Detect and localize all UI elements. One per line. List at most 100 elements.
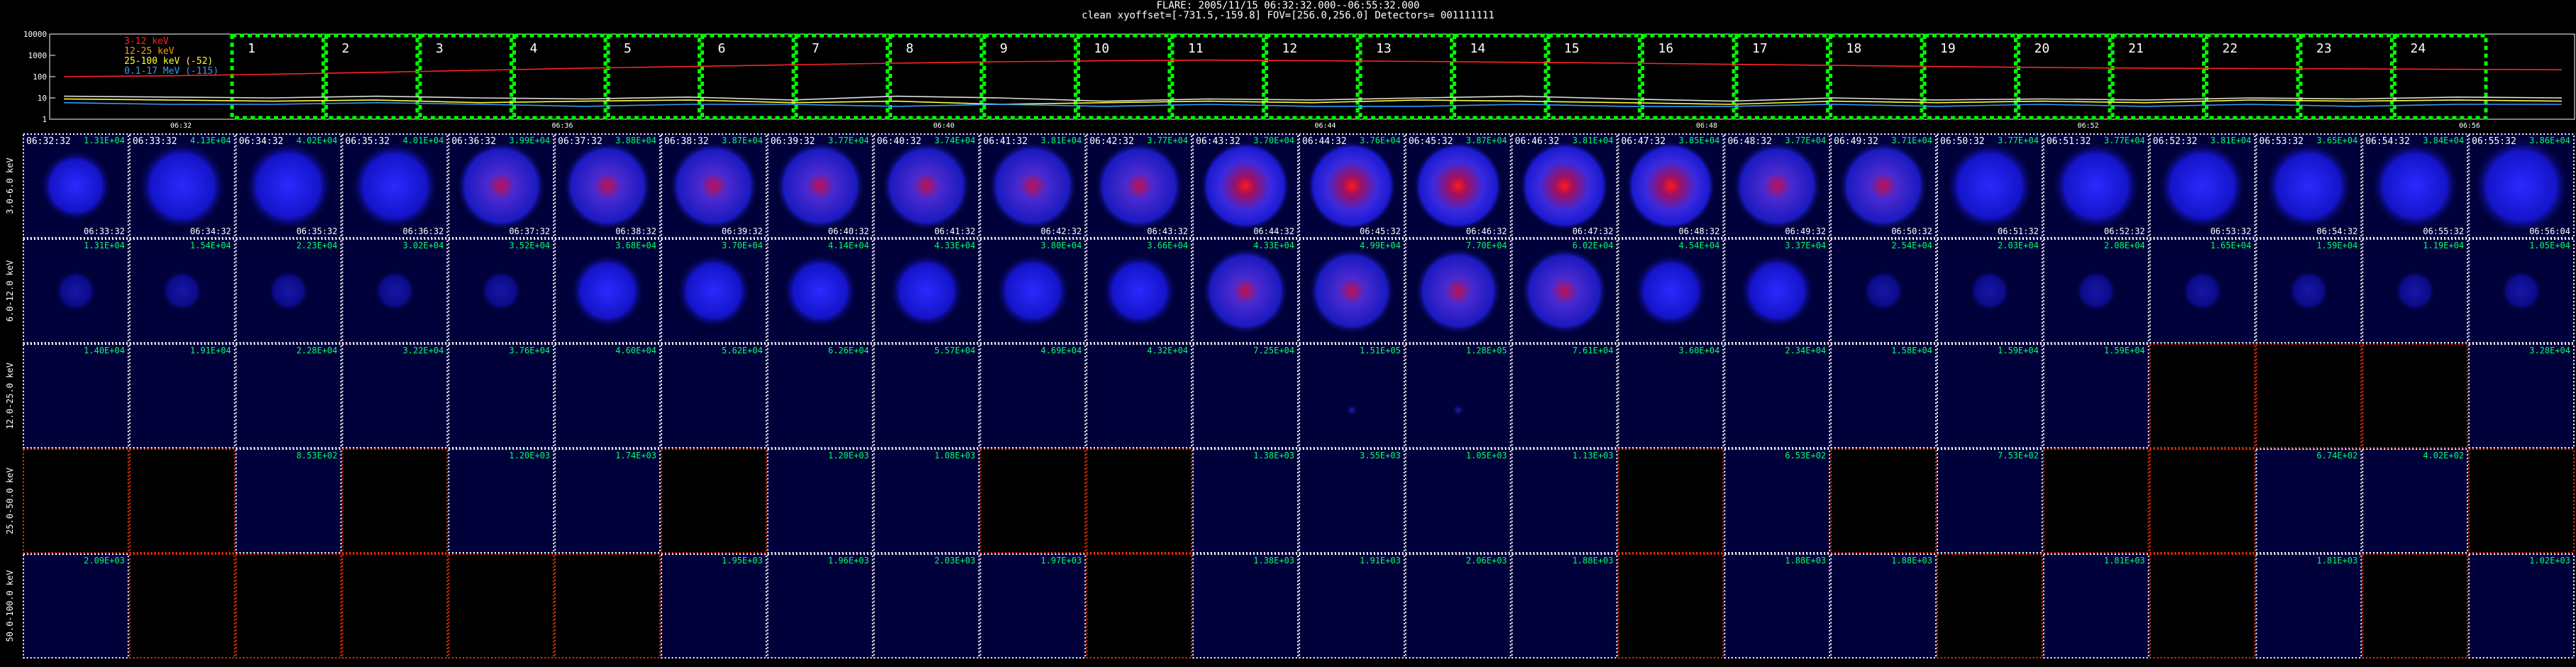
peak-value: 3.81E+04 — [1573, 136, 1614, 145]
energy-band-label: 3.0-6.0 keV — [5, 158, 15, 214]
image-cell — [2255, 448, 2362, 553]
image-cell — [873, 553, 980, 658]
peak-value: 1.38E+03 — [1253, 451, 1294, 461]
image-cell — [1086, 553, 1193, 658]
peak-value: 3.81E+04 — [2211, 136, 2252, 145]
y-tick-label: 10000 — [23, 30, 47, 39]
peak-value: 6.02E+04 — [1573, 241, 1614, 250]
image-cell — [341, 553, 448, 658]
interval-box — [700, 33, 796, 120]
peak-value: 1.97E+03 — [1041, 556, 1082, 566]
end-time: 06:51:32 — [1998, 226, 2039, 236]
start-time: 06:32:32 — [26, 136, 71, 147]
legend-entry: 0.1-17 MeV (-115) — [124, 66, 219, 77]
image-cell — [2362, 343, 2469, 448]
peak-value: 3.77E+04 — [828, 136, 869, 145]
legend-entry: 3-12 keV — [124, 36, 169, 47]
peak-value: 4.99E+04 — [1360, 241, 1401, 250]
interval-label: 3 — [436, 41, 444, 56]
start-time: 06:45:32 — [1409, 136, 1453, 147]
image-cell — [2042, 553, 2150, 658]
source-blob — [888, 253, 965, 329]
start-time: 06:34:32 — [239, 136, 284, 147]
source-blob — [1412, 140, 1504, 231]
energy-band-label: 50.0-100.0 keV — [5, 570, 15, 641]
rhessi-figure: FLARE: 2005/11/15 06:32:32.000--06:55:32… — [0, 0, 2576, 667]
source-blob — [2369, 140, 2461, 231]
interval-label: 9 — [1000, 41, 1008, 56]
peak-value: 1.65E+04 — [2211, 241, 2252, 250]
image-cell — [1192, 448, 1299, 553]
image-cell — [1086, 448, 1193, 553]
image-cell — [1937, 343, 2043, 448]
source-blob — [1968, 270, 2011, 312]
peak-value: 3.81E+04 — [1041, 136, 1082, 145]
image-cell — [128, 448, 236, 553]
end-time: 06:52:32 — [2104, 226, 2145, 236]
image-cell — [554, 448, 661, 553]
end-time: 06:37:32 — [509, 226, 550, 236]
x-tick-label: 06:32 — [170, 122, 192, 128]
peak-value: 6.74E+02 — [2317, 451, 2358, 461]
image-cell — [979, 553, 1086, 658]
x-tick-label: 06:40 — [933, 122, 954, 128]
peak-value: 4.13E+04 — [190, 136, 231, 145]
image-cell — [1299, 448, 1405, 553]
peak-value: 1.91E+04 — [190, 346, 231, 355]
end-time: 06:42:32 — [1041, 226, 1082, 236]
end-time: 06:40:32 — [828, 226, 869, 236]
x-tick-label: 06:52 — [2077, 122, 2098, 128]
peak-value: 1.59E+04 — [2104, 346, 2145, 355]
image-cell — [23, 343, 129, 448]
interval-label: 17 — [1752, 41, 1768, 56]
source-blob — [1732, 140, 1823, 231]
end-time: 06:34:32 — [190, 226, 231, 236]
peak-value: 1.19E+04 — [2423, 241, 2464, 250]
source-blob — [668, 140, 759, 231]
peak-value: 3.76E+04 — [1360, 136, 1401, 145]
source-blob — [54, 270, 97, 312]
image-cell — [2362, 553, 2469, 658]
source-blob — [1520, 247, 1609, 335]
start-time: 06:47:32 — [1622, 136, 1666, 147]
peak-value: 1.74E+03 — [615, 451, 656, 461]
peak-value: 4.32E+04 — [1147, 346, 1188, 355]
image-cell — [766, 448, 874, 553]
image-cell — [1937, 553, 2043, 658]
peak-value: 1.88E+03 — [1785, 556, 1826, 566]
image-cell — [873, 343, 980, 448]
interval-box — [324, 33, 419, 120]
peak-value: 1.91E+03 — [1360, 556, 1401, 566]
peak-value: 3.02E+04 — [403, 241, 444, 250]
source-blob — [2181, 270, 2224, 312]
x-tick-label: 06:48 — [1696, 122, 1717, 128]
peak-value: 3.28E+04 — [2529, 346, 2570, 355]
image-cell — [2468, 343, 2575, 448]
start-time: 06:37:32 — [558, 136, 602, 147]
end-time: 06:50:32 — [1891, 226, 1932, 236]
start-time: 06:35:32 — [346, 136, 390, 147]
peak-value: 4.33E+04 — [1253, 241, 1294, 250]
interval-label: 6 — [718, 41, 726, 56]
interval-label: 4 — [530, 41, 538, 56]
interval-label: 1 — [248, 41, 255, 56]
peak-value: 7.25E+04 — [1253, 346, 1294, 355]
source-blob — [1094, 140, 1185, 231]
end-time: 06:46:32 — [1466, 226, 1507, 236]
source-blob — [1306, 140, 1397, 231]
source-blob — [987, 140, 1079, 231]
peak-value: 4.14E+04 — [828, 241, 869, 250]
interval-label: 24 — [2411, 41, 2426, 56]
peak-value: 3.77E+04 — [1147, 136, 1188, 145]
start-time: 06:48:32 — [1727, 136, 1772, 147]
peak-value: 2.06E+03 — [1466, 556, 1507, 566]
peak-value: 3.84E+04 — [2423, 136, 2464, 145]
start-time: 06:46:32 — [1515, 136, 1560, 147]
interval-label: 15 — [1564, 41, 1580, 56]
image-cell — [1299, 343, 1405, 448]
x-tick-label: 06:44 — [1314, 122, 1336, 128]
source-blob — [1200, 140, 1292, 231]
source-blob — [1451, 403, 1465, 417]
peak-value: 1.81E+03 — [2317, 556, 2358, 566]
source-blob — [562, 140, 654, 231]
